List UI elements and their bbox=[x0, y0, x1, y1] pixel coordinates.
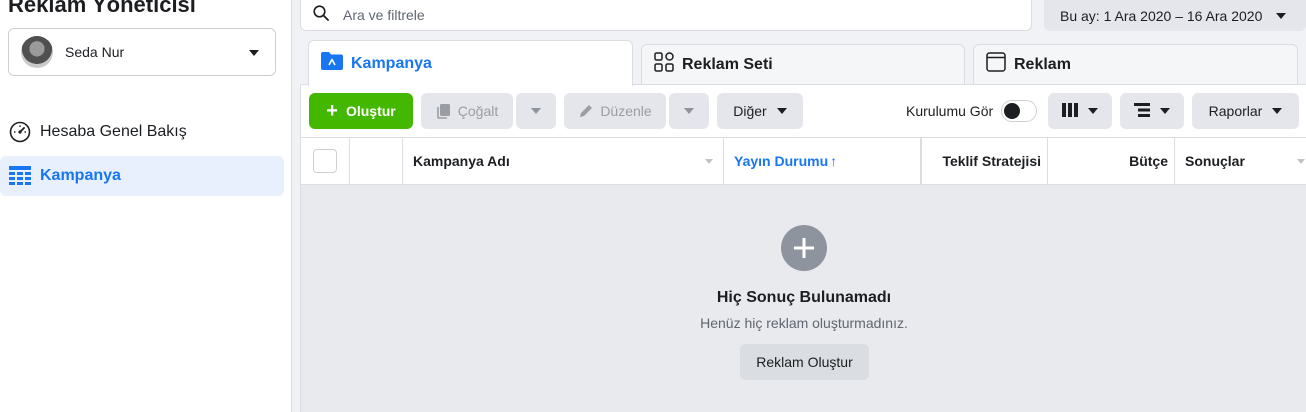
setup-view-control: Kurulumu Gör bbox=[906, 93, 1038, 129]
column-header-bid-strategy[interactable]: Teklif Stratejisi bbox=[921, 138, 1048, 184]
main-area: Bu ay: 1 Ara 2020 – 16 Ara 2020 Kampanya… bbox=[292, 0, 1306, 412]
column-header-label: Kampanya Adı bbox=[413, 153, 510, 169]
account-name: Seda Nur bbox=[65, 44, 125, 60]
sidebar-item-campaign[interactable]: Kampanya bbox=[0, 156, 284, 196]
date-range-label: Bu ay: 1 Ara 2020 – 16 Ara 2020 bbox=[1060, 7, 1263, 24]
column-header-results[interactable]: Sonuçlar bbox=[1175, 138, 1306, 184]
empty-state: Hiç Sonuç Bulunamadı Henüz hiç reklam ol… bbox=[301, 185, 1306, 412]
chevron-down-icon bbox=[684, 108, 694, 114]
tab-campaign[interactable]: Kampanya bbox=[308, 40, 633, 86]
search-icon bbox=[313, 4, 329, 26]
duplicate-button[interactable]: Çoğalt bbox=[421, 93, 513, 129]
tab-label: Kampanya bbox=[351, 54, 432, 72]
create-button-label: Oluştur bbox=[345, 103, 396, 119]
campaign-panel: + Oluştur Çoğalt Düzenle Diğer Kurulumu bbox=[300, 84, 1306, 412]
search-bar bbox=[300, 0, 1032, 31]
chevron-down-icon bbox=[1276, 12, 1287, 19]
column-header-campaign-name[interactable]: Kampanya Adı bbox=[403, 138, 724, 184]
breakdown-button[interactable] bbox=[1120, 93, 1184, 129]
window-icon bbox=[986, 52, 1006, 77]
edit-button[interactable]: Düzenle bbox=[564, 93, 666, 129]
tab-label: Reklam Seti bbox=[682, 55, 773, 73]
date-range-picker[interactable]: Bu ay: 1 Ara 2020 – 16 Ara 2020 bbox=[1044, 0, 1306, 31]
tab-ad[interactable]: Reklam bbox=[973, 44, 1298, 84]
sidebar-item-label: Hesaba Genel Bakış bbox=[40, 123, 187, 140]
table-header: Kampanya Adı Yayın Durumu ↑ Teklif Strat… bbox=[301, 137, 1306, 185]
sort-arrow-up-icon: ↑ bbox=[830, 153, 838, 169]
chevron-down-icon bbox=[1272, 108, 1283, 114]
chevron-down-icon bbox=[1088, 108, 1098, 114]
tab-ad-set[interactable]: Reklam Seti bbox=[641, 44, 965, 84]
column-header-label: Yayın Durumu bbox=[734, 153, 829, 169]
create-ad-button[interactable]: Reklam Oluştur bbox=[740, 344, 869, 380]
column-header-label: Bütçe bbox=[1129, 153, 1168, 169]
avatar bbox=[21, 36, 53, 68]
select-all-checkbox[interactable] bbox=[313, 149, 337, 173]
more-button-label: Diğer bbox=[733, 103, 767, 119]
chevron-down-icon bbox=[531, 108, 541, 114]
edit-options-button[interactable] bbox=[669, 93, 709, 129]
sidebar-item-label: Kampanya bbox=[40, 167, 121, 184]
toggle-column-header bbox=[350, 138, 403, 184]
tab-label: Reklam bbox=[1014, 55, 1071, 73]
empty-state-title: Hiç Sonuç Bulunamadı bbox=[716, 289, 892, 306]
chevron-down-icon bbox=[249, 50, 259, 56]
plus-circle-icon bbox=[781, 225, 827, 271]
create-button[interactable]: + Oluştur bbox=[309, 93, 413, 129]
setup-view-toggle[interactable] bbox=[1001, 100, 1038, 122]
toggle-knob bbox=[1004, 103, 1021, 119]
duplicate-options-button[interactable] bbox=[516, 93, 556, 129]
breakdown-icon bbox=[1134, 102, 1150, 120]
chevron-down-icon bbox=[776, 108, 787, 114]
reports-button-label: Raporlar bbox=[1208, 103, 1263, 119]
table-grid-icon bbox=[8, 164, 32, 188]
pencil-icon bbox=[578, 103, 594, 119]
copy-icon bbox=[436, 103, 452, 119]
sort-caret-icon bbox=[705, 159, 713, 164]
search-input[interactable] bbox=[343, 7, 983, 23]
setup-view-label: Kurulumu Gör bbox=[906, 103, 994, 119]
sidebar: Reklam Yöneticisi Seda Nur Hesaba Genel … bbox=[0, 0, 292, 412]
account-selector[interactable]: Seda Nur bbox=[8, 28, 276, 76]
columns-button[interactable] bbox=[1048, 93, 1112, 129]
chevron-down-icon bbox=[1160, 108, 1170, 114]
reports-button[interactable]: Raporlar bbox=[1192, 93, 1299, 129]
select-all-cell bbox=[301, 138, 350, 184]
more-button[interactable]: Diğer bbox=[717, 93, 803, 129]
column-header-label: Teklif Stratejisi bbox=[942, 153, 1041, 169]
app-title: Reklam Yöneticisi bbox=[8, 0, 196, 17]
plus-icon: + bbox=[326, 100, 338, 122]
sort-caret-icon bbox=[1297, 159, 1305, 164]
duplicate-button-label: Çoğalt bbox=[457, 103, 499, 119]
dashboard-gauge-icon bbox=[8, 120, 32, 144]
grid-squares-icon bbox=[654, 52, 674, 77]
folder-icon bbox=[321, 52, 343, 75]
edit-button-label: Düzenle bbox=[600, 103, 652, 119]
columns-icon bbox=[1062, 102, 1078, 120]
column-header-delivery[interactable]: Yayın Durumu ↑ bbox=[724, 138, 921, 184]
column-header-label: Sonuçlar bbox=[1185, 153, 1245, 169]
sidebar-item-account-overview[interactable]: Hesaba Genel Bakış bbox=[0, 112, 284, 152]
empty-state-subtitle: Henüz hiç reklam oluşturmadınız. bbox=[700, 315, 908, 331]
column-header-budget[interactable]: Bütçe bbox=[1048, 138, 1175, 184]
